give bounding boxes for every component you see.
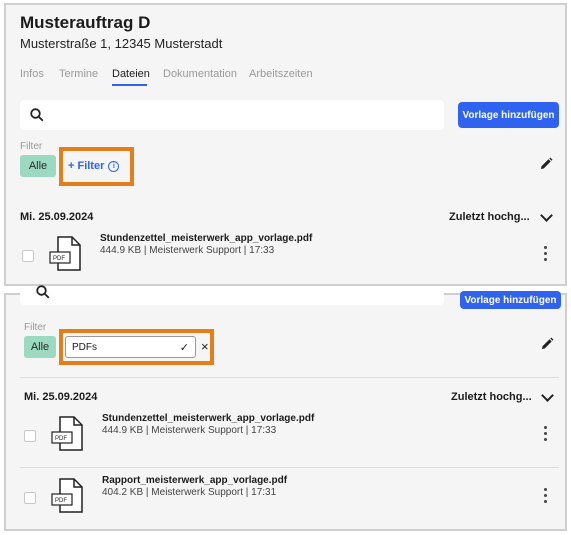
file-name[interactable]: Stundenzettel_meisterwerk_app_vorlage.pd… [102, 413, 314, 424]
search-input[interactable] [20, 100, 444, 130]
filter-input-value: PDFs [72, 341, 97, 353]
edit-pencil-icon[interactable] [539, 157, 553, 171]
file-meta: 444.9 KB | Meisterwerk Support | 17:33 [102, 425, 277, 436]
tab-dokumentation[interactable]: Dokumentation [163, 68, 237, 80]
screenshot-panel-before: Musterauftrag D Musterstraße 1, 12345 Mu… [4, 3, 567, 286]
file-meta: 404.2 KB | Meisterwerk Support | 17:31 [102, 487, 277, 498]
filter-label: Filter [24, 322, 47, 333]
filter-input[interactable]: PDFs ✓ [65, 336, 196, 358]
tab-termine[interactable]: Termine [59, 68, 98, 80]
file-type-label: PDF [55, 498, 67, 504]
more-options-icon[interactable] [544, 426, 548, 444]
add-filter-label: + Filter [68, 160, 105, 172]
page-title: Musterauftrag D [20, 13, 151, 32]
filter-chip-all[interactable]: Alle [24, 336, 56, 358]
file-checkbox[interactable] [22, 250, 34, 262]
file-name[interactable]: Rapport_meisterwerk_app_vorlage.pdf [102, 475, 287, 486]
clear-filter-icon[interactable]: × [201, 339, 209, 354]
search-icon [30, 108, 44, 122]
more-options-icon[interactable] [544, 488, 548, 506]
group-date: Mi. 25.09.2024 [20, 211, 94, 223]
edit-pencil-icon[interactable] [540, 337, 554, 351]
add-template-button[interactable]: Vorlage hinzufügen [460, 291, 561, 309]
file-checkbox[interactable] [24, 492, 36, 504]
add-filter-button[interactable]: + Filter i [68, 160, 120, 172]
order-address: Musterstraße 1, 12345 Musterstadt [20, 36, 223, 51]
pdf-file-icon: PDF [49, 236, 81, 271]
filter-label: Filter [20, 141, 43, 152]
screenshot-panel-after: Vorlage hinzufügen Filter Alle PDFs ✓ × … [4, 285, 567, 531]
divider [20, 377, 559, 378]
tab-dateien[interactable]: Dateien [112, 68, 150, 80]
filter-chip-all[interactable]: Alle [20, 155, 56, 177]
add-template-button[interactable]: Vorlage hinzufügen [458, 102, 559, 128]
pdf-file-icon: PDF [51, 478, 83, 513]
confirm-check-icon[interactable]: ✓ [180, 341, 189, 354]
file-type-label: PDF [53, 256, 65, 262]
tab-arbeitszeiten[interactable]: Arbeitszeiten [249, 68, 313, 80]
sort-selector[interactable]: Zuletzt hochg... [451, 391, 532, 403]
file-meta: 444.9 KB | Meisterwerk Support | 17:33 [100, 245, 275, 256]
file-name[interactable]: Stundenzettel_meisterwerk_app_vorlage.pd… [100, 233, 312, 244]
file-type-label: PDF [55, 436, 67, 442]
search-icon [36, 285, 50, 299]
pdf-file-icon: PDF [51, 416, 83, 451]
divider [20, 467, 559, 468]
sort-selector[interactable]: Zuletzt hochg... [449, 211, 530, 223]
chevron-down-icon[interactable] [541, 389, 554, 402]
info-icon[interactable]: i [108, 160, 120, 172]
tab-infos[interactable]: Infos [20, 68, 44, 80]
search-input[interactable] [20, 285, 444, 305]
tab-active-indicator [112, 84, 147, 86]
group-date: Mi. 25.09.2024 [24, 391, 98, 403]
more-options-icon[interactable] [544, 246, 548, 264]
chevron-down-icon[interactable] [540, 209, 553, 222]
file-checkbox[interactable] [24, 430, 36, 442]
